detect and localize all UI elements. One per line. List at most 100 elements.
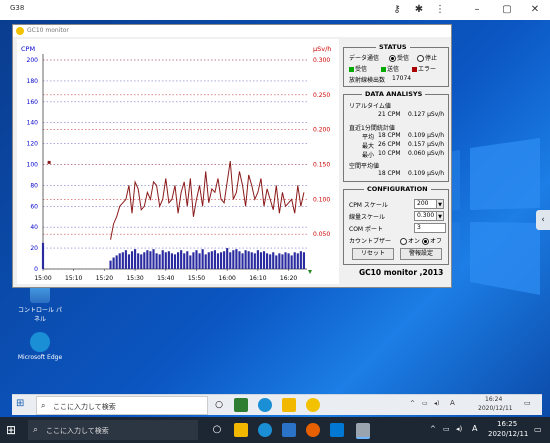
edge-taskbar-icon[interactable] [258,398,272,412]
local-ime-indicator[interactable]: A [472,424,477,433]
alarm-settings-button[interactable]: 警報設定 [400,248,442,260]
tray-chevron-icon[interactable]: ^ [410,400,415,407]
x-tick-label: 15:10 [65,275,82,282]
buzzer-on-label: オン [408,238,421,245]
x-tick-label: 15:40 [157,275,174,282]
side-chevron-icon[interactable]: ‹ [536,210,550,230]
radiation-taskbar-icon[interactable] [306,398,320,412]
local-network-icon[interactable]: ▭ [443,425,450,433]
cpm-bar [226,248,229,269]
local-notification-icon[interactable]: ▭ [534,425,542,434]
cpm-tick-label: 40 [30,224,38,231]
cpm-tick-label: 20 [30,245,38,252]
local-search-box[interactable]: ⌕ ここに入力して検索 [28,420,198,440]
cpm-bar [244,250,247,269]
local-task-view-icon[interactable]: ○ [210,423,224,437]
local-mail-icon[interactable] [282,423,296,437]
local-edge-icon[interactable] [258,423,272,437]
cpm-bar [278,253,281,269]
task-view-icon[interactable]: ○ [212,398,226,412]
cpm-bar [247,251,250,269]
cpm-bar [262,251,266,269]
cpm-bar [130,251,134,269]
cpm-bar [275,255,278,269]
cpm-bar [109,260,112,269]
cpm-bar [112,257,115,269]
cpm-bar [134,249,137,269]
radio-stop[interactable]: 停止 [417,53,437,62]
firefox-icon[interactable] [306,423,320,437]
dose-tick-label: 0.200 [313,127,330,134]
remote-search-box[interactable]: ⌕ ここに入力して検索 [36,396,208,415]
avg-cpm: 18 CPM [378,132,401,139]
cpm-bar [216,253,220,269]
desktop-icon-control-panel[interactable]: コントロール パネル [16,283,64,323]
menu-icon[interactable]: ⋮ [433,3,447,17]
reset-button[interactable]: リセット [352,248,394,260]
cpm-bar [269,254,272,269]
buzzer-on-radio[interactable]: オン [400,236,420,245]
spatial-cpm: 18 CPM [378,170,401,177]
x-tick-label: 16:10 [249,275,266,282]
ime-indicator[interactable]: A [450,399,455,407]
cpm-bar [140,254,143,269]
cpm-scale-dropdown-icon[interactable]: ▼ [436,199,444,209]
desktop-icon-edge[interactable]: Microsoft Edge [16,332,64,361]
com-port-input[interactable]: 3 [414,223,446,233]
edge-icon [30,332,50,352]
x-tick-label: 15:20 [96,275,113,282]
cpm-bar [229,252,232,269]
buzzer-off-label: オフ [430,238,443,245]
local-tray-chevron-icon[interactable]: ^ [430,425,436,433]
cpm-tick-label: 140 [27,120,39,127]
max-cpm: 26 CPM [378,141,401,148]
cpm-bar [250,252,253,269]
cpm-bar [124,250,127,269]
indicator-receive: 受信 [349,64,367,73]
maximize-icon[interactable]: ▢ [500,3,514,17]
cpm-bar [201,249,204,269]
x-tick-label: 15:30 [126,275,143,282]
comm-label: データ通信 [349,55,380,62]
cpm-scale-select[interactable]: 200 [414,199,438,209]
configuration-panel: CONFIGURATION CPM スケール 200 ▼ 線量スケール 0.30… [343,185,449,265]
close-icon[interactable]: ✕ [528,3,542,17]
desktop-icon-label: コントロール パネル [18,307,62,323]
store-icon[interactable] [234,398,248,412]
radiation-icon [16,27,24,35]
explorer-icon[interactable] [282,398,296,412]
radio-receive[interactable]: 受信 [389,53,409,62]
local-taskbar: ⊞ ⌕ ここに入力して検索 ○ ^ ▭ ◂) A 16:25 2020/12/1… [0,417,550,443]
local-volume-icon[interactable]: ◂) [456,425,462,433]
local-start-windows-icon[interactable]: ⊞ [6,423,20,437]
remote-desktop-app-icon[interactable] [356,423,370,439]
key-icon[interactable]: ⚷ [390,3,404,17]
dose-scale-select[interactable]: 0.300 [414,211,438,221]
analysis-panel: DATA ANALISYS リアルタイム値 21 CPM 0.127 µSv/h… [343,90,449,182]
cpm-dose-chart: 0 20 40 60 80 100 120 140 160 180 200 0.050 0.100 0.1… [21,45,331,282]
dose-tick-label: 0.300 [313,57,330,64]
cpm-bar [290,255,293,269]
cpm-bar [183,253,186,269]
local-explorer-icon[interactable] [234,423,248,437]
start-windows-icon[interactable]: ⊞ [16,398,28,410]
receive-led-icon [349,67,354,72]
volume-icon[interactable]: ◂) [434,400,439,407]
store-local-icon[interactable] [330,423,344,437]
cpm-tick-label: 80 [30,182,38,189]
minimize-icon[interactable]: – [470,3,484,17]
dose-scale-label: 線量スケール [349,214,386,221]
extension-icon[interactable]: ✱ [412,3,426,17]
cpm-bar [195,250,198,269]
dose-scale-dropdown-icon[interactable]: ▼ [436,211,444,221]
dose-line [110,160,305,240]
cpm-bar [173,254,177,269]
count-label: 放射線検出数 [349,77,386,84]
buzzer-off-radio[interactable]: オフ [422,236,442,245]
desktop-icon-label: Microsoft Edge [17,354,63,361]
notification-icon[interactable]: ▭ [524,399,531,407]
cpm-bar [299,251,302,269]
network-icon[interactable]: ▭ [422,400,428,407]
indicator-error: エラー [412,64,436,73]
buzzer-on-dot [400,238,407,245]
